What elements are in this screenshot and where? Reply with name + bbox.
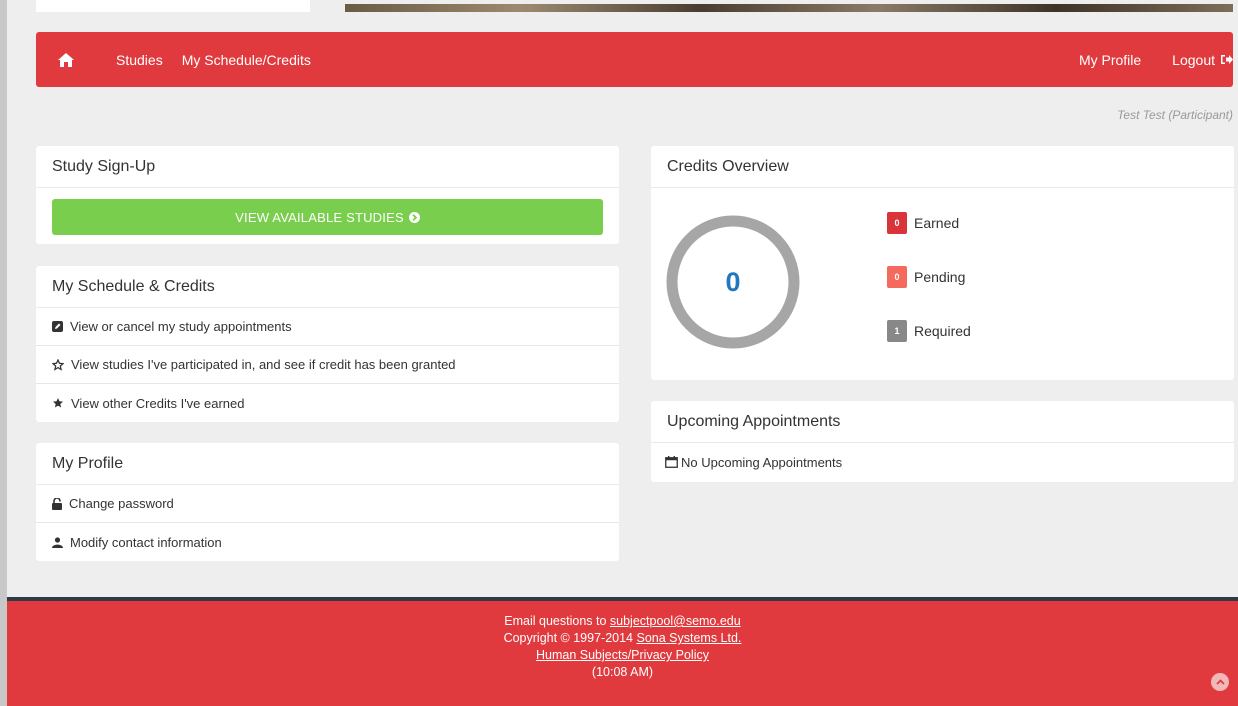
footer-copyright-prefix: Copyright © 1997-2014 (503, 631, 637, 645)
footer-policy-link[interactable]: Human Subjects/Privacy Policy (536, 648, 709, 662)
calendar-icon (665, 456, 678, 468)
user-icon (52, 536, 63, 548)
legend-pending: 0 Pending (887, 266, 965, 288)
panel-title: Study Sign-Up (36, 146, 619, 188)
left-rail (0, 0, 7, 706)
page-footer: Email questions to subjectpool@semo.edu … (7, 597, 1238, 706)
current-user-label: Test Test (Participant) (1117, 108, 1233, 122)
legend-label: Earned (914, 215, 960, 231)
nav-studies[interactable]: Studies (116, 52, 163, 68)
nav-home-link[interactable] (41, 32, 91, 87)
footer-company-link[interactable]: Sona Systems Ltd. (636, 631, 741, 645)
nav-my-profile[interactable]: My Profile (1079, 52, 1141, 68)
nav-my-schedule-credits[interactable]: My Schedule/Credits (182, 52, 311, 68)
list-item-view-cancel-appointments[interactable]: View or cancel my study appointments (36, 308, 619, 346)
legend-earned: 0 Earned (887, 212, 959, 234)
button-label: VIEW AVAILABLE STUDIES (235, 209, 404, 225)
header-banner-image (345, 4, 1233, 12)
footer-email-link[interactable]: subjectpool@semo.edu (610, 614, 741, 628)
pending-badge: 0 (887, 266, 907, 288)
panel-title: Upcoming Appointments (651, 401, 1234, 443)
list-item-participated-studies[interactable]: View studies I've participated in, and s… (36, 346, 619, 384)
top-card-edge (36, 0, 310, 12)
logout-label: Logout (1172, 51, 1215, 68)
footer-policy-line: Human Subjects/Privacy Policy (7, 647, 1238, 664)
list-item-other-credits[interactable]: View other Credits I've earned (36, 384, 619, 422)
circle-arrow-right-icon (408, 211, 420, 223)
list-item-label: Change password (69, 496, 174, 511)
panel-title: Credits Overview (651, 146, 1234, 188)
list-item-label: View or cancel my study appointments (70, 319, 292, 334)
panel-title: My Profile (36, 443, 619, 485)
no-appointments-message: No Upcoming Appointments (651, 443, 1234, 481)
credits-total: 0 (725, 266, 741, 297)
study-signup-panel: Study Sign-Up VIEW AVAILABLE STUDIES (36, 146, 619, 244)
list-item-label: View other Credits I've earned (71, 395, 245, 411)
empty-label: No Upcoming Appointments (681, 454, 843, 470)
schedule-credits-panel: My Schedule & Credits View or cancel my … (36, 266, 619, 422)
upcoming-appointments-panel: Upcoming Appointments No Upcoming Appoin… (651, 401, 1234, 482)
star-icon (53, 398, 63, 408)
list-item-modify-contact[interactable]: Modify contact information (36, 523, 619, 561)
legend-label: Required (914, 323, 971, 339)
credits-donut-chart: 0 (665, 214, 801, 350)
footer-time: (10:08 AM) (591, 665, 654, 679)
earned-badge: 0 (887, 212, 907, 234)
view-available-studies-button[interactable]: VIEW AVAILABLE STUDIES (52, 199, 603, 235)
footer-copyright-line: Copyright © 1997-2014 Sona Systems Ltd. (7, 630, 1238, 647)
sign-out-icon (1221, 55, 1233, 64)
legend-required: 1 Required (887, 320, 971, 342)
scroll-to-top-button[interactable] (1211, 673, 1229, 691)
main-navbar: Studies My Schedule/Credits My Profile L… (36, 32, 1233, 87)
star-outline-icon (52, 358, 64, 371)
nav-right-group: My Profile Logout (1048, 52, 1233, 68)
required-badge: 1 (887, 320, 907, 342)
my-profile-panel: My Profile Change password Modify contac… (36, 443, 619, 561)
list-item-label: View studies I've participated in, and s… (71, 357, 456, 372)
home-icon (58, 52, 74, 67)
nav-logout[interactable]: Logout (1172, 52, 1233, 68)
list-item-label: Modify contact information (70, 534, 222, 550)
chevron-up-icon (1215, 679, 1225, 685)
footer-email-line: Email questions to subjectpool@semo.edu (7, 613, 1238, 630)
legend-label: Pending (914, 269, 966, 285)
edit-square-icon (52, 321, 63, 332)
footer-email-prefix: Email questions to (504, 614, 610, 628)
unlock-icon (52, 497, 62, 510)
panel-title: My Schedule & Credits (36, 266, 619, 308)
list-item-change-password[interactable]: Change password (36, 485, 619, 523)
credits-overview-panel: Credits Overview 0 0 Earned 0 Pending 1 … (651, 146, 1234, 380)
